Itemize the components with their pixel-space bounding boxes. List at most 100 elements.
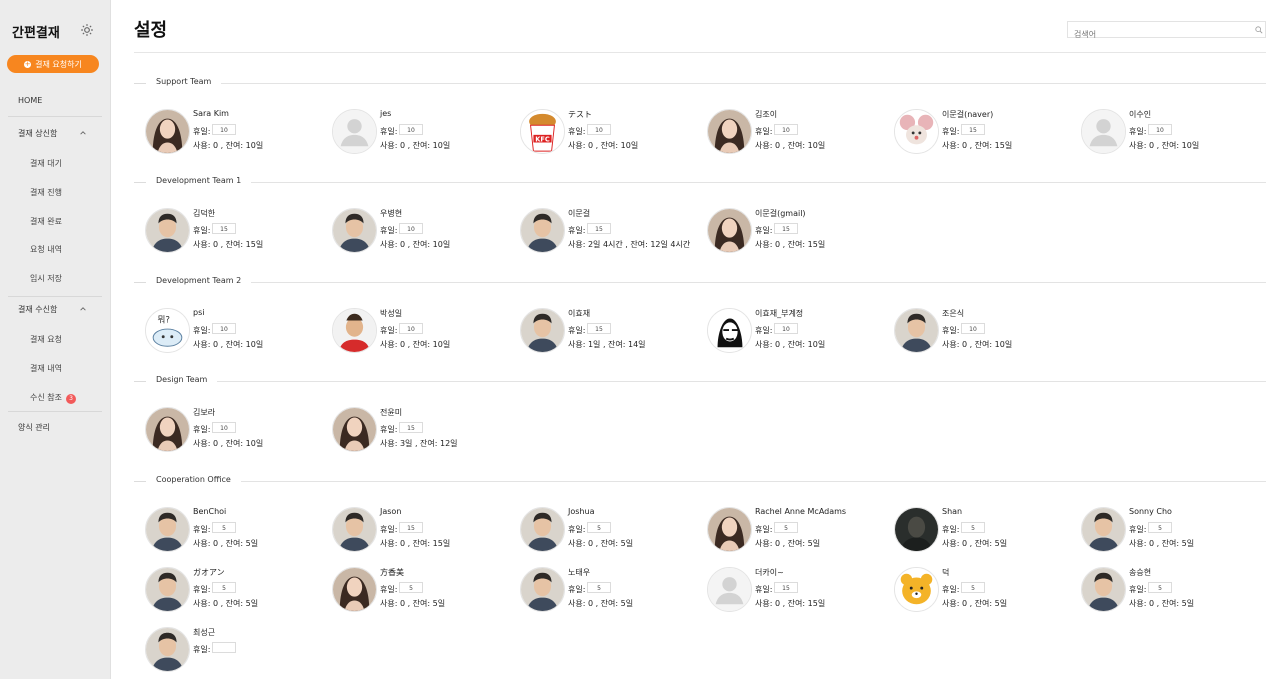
member-card[interactable]: 우병현 휴일: 10 사용: 0 , 잔여: 10일 [332,208,512,256]
member-card[interactable]: KFC テスト 휴일: 10 사용: 0 , 잔여: 10일 [520,109,700,157]
avatar[interactable] [894,109,939,154]
member-card[interactable]: 方香美 휴일: 5 사용: 0 , 잔여: 5일 [332,567,512,615]
sidebar-item-forms[interactable]: 양식 관리 [18,422,50,433]
leave-days-input[interactable]: 15 [774,582,798,593]
avatar[interactable]: 뭐? [145,308,190,353]
avatar[interactable] [894,507,939,552]
member-card[interactable]: Shan 휴일: 5 사용: 0 , 잔여: 5일 [894,507,1074,555]
member-card[interactable]: 더카이~ 휴일: 15 사용: 0 , 잔여: 15일 [707,567,887,615]
leave-days-input[interactable]: 5 [1148,522,1172,533]
leave-days-input[interactable]: 15 [587,323,611,334]
member-card[interactable]: 박성일 휴일: 10 사용: 0 , 잔여: 10일 [332,308,512,356]
member-card[interactable]: 덕 휴일: 5 사용: 0 , 잔여: 5일 [894,567,1074,615]
chevron-up-icon[interactable] [80,130,86,136]
avatar[interactable] [520,507,565,552]
sidebar-item-in-progress[interactable]: 결재 진행 [30,187,62,198]
member-card[interactable]: 노태우 휴일: 5 사용: 0 , 잔여: 5일 [520,567,700,615]
avatar[interactable] [894,567,939,612]
leave-days-input[interactable]: 10 [212,422,236,433]
avatar[interactable] [332,567,377,612]
avatar[interactable] [332,507,377,552]
leave-days-input[interactable]: 5 [212,582,236,593]
member-card[interactable]: 이수인 휴일: 10 사용: 0 , 잔여: 10일 [1081,109,1261,157]
avatar[interactable] [707,567,752,612]
leave-days-input[interactable]: 5 [961,522,985,533]
avatar[interactable] [894,308,939,353]
leave-days-input[interactable]: 10 [774,323,798,334]
sidebar-item-request-history[interactable]: 요청 내역 [30,244,62,255]
search-icon[interactable] [1255,26,1263,34]
sidebar-item-approval-history[interactable]: 결재 내역 [30,363,62,374]
sidebar-item-approval-requests[interactable]: 결재 요청 [30,334,62,345]
avatar[interactable] [332,308,377,353]
leave-days-input[interactable]: 10 [399,223,423,234]
leave-days-input[interactable]: 5 [587,582,611,593]
avatar[interactable] [332,109,377,154]
avatar[interactable] [707,507,752,552]
leave-days-input[interactable]: 5 [1148,582,1172,593]
avatar[interactable] [145,507,190,552]
request-approval-button[interactable]: + 결재 요청하기 [7,55,99,73]
avatar[interactable] [707,208,752,253]
leave-days-input[interactable]: 15 [774,223,798,234]
leave-days-input[interactable]: 5 [774,522,798,533]
avatar[interactable] [520,208,565,253]
leave-days-input[interactable] [212,642,236,653]
member-card[interactable]: 김덕한 휴일: 15 사용: 0 , 잔여: 15일 [145,208,325,256]
chevron-up-icon[interactable] [80,306,86,312]
sidebar-group-received[interactable]: 결재 수신함 [18,304,57,315]
member-card[interactable]: 이문걸 휴일: 15 사용: 2일 4시간 , 잔여: 12일 4시간 [520,208,700,256]
avatar[interactable] [332,208,377,253]
avatar[interactable] [1081,567,1126,612]
leave-days-input[interactable]: 10 [399,124,423,135]
gear-icon[interactable] [80,23,94,37]
sidebar-item-drafts[interactable]: 임시 저장 [30,273,62,284]
leave-days-input[interactable]: 10 [587,124,611,135]
avatar[interactable] [332,407,377,452]
sidebar-item-cc[interactable]: 수신 참조 3 [30,392,76,404]
member-card[interactable]: 이문걸(gmail) 휴일: 15 사용: 0 , 잔여: 15일 [707,208,887,256]
avatar[interactable] [707,109,752,154]
member-card[interactable]: BenChoi 휴일: 5 사용: 0 , 잔여: 5일 [145,507,325,555]
leave-days-input[interactable]: 10 [212,124,236,135]
member-card[interactable]: 뭐? psi 휴일: 10 사용: 0 , 잔여: 10일 [145,308,325,356]
member-card[interactable]: 이효재_부계정 휴일: 10 사용: 0 , 잔여: 10일 [707,308,887,356]
sidebar-item-home[interactable]: HOME [18,96,42,105]
avatar[interactable] [707,308,752,353]
avatar[interactable] [145,567,190,612]
member-card[interactable]: Jason 휴일: 15 사용: 0 , 잔여: 15일 [332,507,512,555]
avatar[interactable] [145,208,190,253]
member-card[interactable]: 김보라 휴일: 10 사용: 0 , 잔여: 10일 [145,407,325,455]
leave-days-input[interactable]: 15 [399,422,423,433]
member-card[interactable]: 김조이 휴일: 10 사용: 0 , 잔여: 10일 [707,109,887,157]
leave-days-input[interactable]: 5 [587,522,611,533]
leave-days-input[interactable]: 15 [961,124,985,135]
member-card[interactable]: Sonny Cho 휴일: 5 사용: 0 , 잔여: 5일 [1081,507,1261,555]
leave-days-input[interactable]: 5 [961,582,985,593]
member-card[interactable]: 송승현 휴일: 5 사용: 0 , 잔여: 5일 [1081,567,1261,615]
leave-days-input[interactable]: 15 [399,522,423,533]
member-card[interactable]: 조은식 휴일: 10 사용: 0 , 잔여: 10일 [894,308,1074,356]
sidebar-item-completed[interactable]: 결재 완료 [30,216,62,227]
leave-days-input[interactable]: 10 [774,124,798,135]
avatar[interactable] [520,308,565,353]
member-card[interactable]: Joshua 휴일: 5 사용: 0 , 잔여: 5일 [520,507,700,555]
leave-days-input[interactable]: 10 [961,323,985,334]
avatar[interactable] [145,627,190,672]
leave-days-input[interactable]: 5 [399,582,423,593]
leave-days-input[interactable]: 5 [212,522,236,533]
leave-days-input[interactable]: 15 [212,223,236,234]
avatar[interactable] [1081,507,1126,552]
member-card[interactable]: jes 휴일: 10 사용: 0 , 잔여: 10일 [332,109,512,157]
search-input[interactable] [1068,27,1260,42]
avatar[interactable] [145,109,190,154]
leave-days-input[interactable]: 10 [212,323,236,334]
member-card[interactable]: ガオアン 휴일: 5 사용: 0 , 잔여: 5일 [145,567,325,615]
member-card[interactable]: 이효재 휴일: 15 사용: 1일 , 잔여: 14일 [520,308,700,356]
leave-days-input[interactable]: 10 [399,323,423,334]
avatar[interactable] [520,567,565,612]
sidebar-item-pending[interactable]: 결재 대기 [30,158,62,169]
member-card[interactable]: 전윤미 휴일: 15 사용: 3일 , 잔여: 12일 [332,407,512,455]
member-card[interactable]: Sara Kim 휴일: 10 사용: 0 , 잔여: 10일 [145,109,325,157]
leave-days-input[interactable]: 10 [1148,124,1172,135]
